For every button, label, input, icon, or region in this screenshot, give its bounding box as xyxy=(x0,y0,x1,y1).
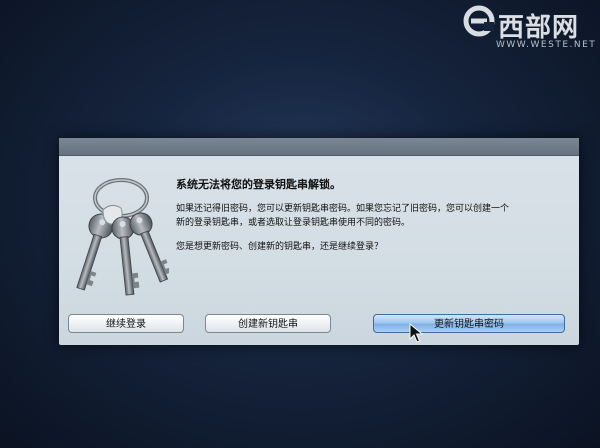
dialog-title-strip xyxy=(59,138,579,156)
dialog-message-line-2: 新的登录钥匙串，或者选取让登录钥匙串使用不同的密码。 xyxy=(176,218,411,228)
update-keychain-password-button[interactable]: 更新钥匙串密码 xyxy=(373,314,565,333)
dialog-question: 您是想更新密码、创建新的钥匙串，还是继续登录？ xyxy=(176,242,384,252)
mouse-pointer-icon xyxy=(409,323,423,343)
keychain-alert-dialog: 系统无法将您的登录钥匙串解锁。 如果还记得旧密码，您可以更新钥匙串密码。如果您忘… xyxy=(59,138,579,345)
watermark-logo-text: 西部网 xyxy=(498,13,580,43)
dialog-message: 如果还记得旧密码，您可以更新钥匙串密码。如果您忘记了旧密码，您可以创建一个 新的… xyxy=(176,202,571,230)
continue-login-button[interactable]: 继续登录 xyxy=(68,314,184,333)
watermark: 西部网 WWW.WESTE.NET xyxy=(462,4,595,56)
dialog-title: 系统无法将您的登录钥匙串解锁。 xyxy=(176,178,341,191)
dialog-message-line-1: 如果还记得旧密码，您可以更新钥匙串密码。如果您忘记了旧密码，您可以创建一个 xyxy=(176,204,510,214)
watermark-url: WWW.WESTE.NET xyxy=(496,40,597,50)
keys-icon xyxy=(76,178,169,296)
dialog-content: 系统无法将您的登录钥匙串解锁。 如果还记得旧密码，您可以更新钥匙串密码。如果您忘… xyxy=(176,176,571,264)
weste-logo-icon xyxy=(463,5,495,37)
create-new-keychain-button[interactable]: 创建新钥匙串 xyxy=(205,314,331,333)
